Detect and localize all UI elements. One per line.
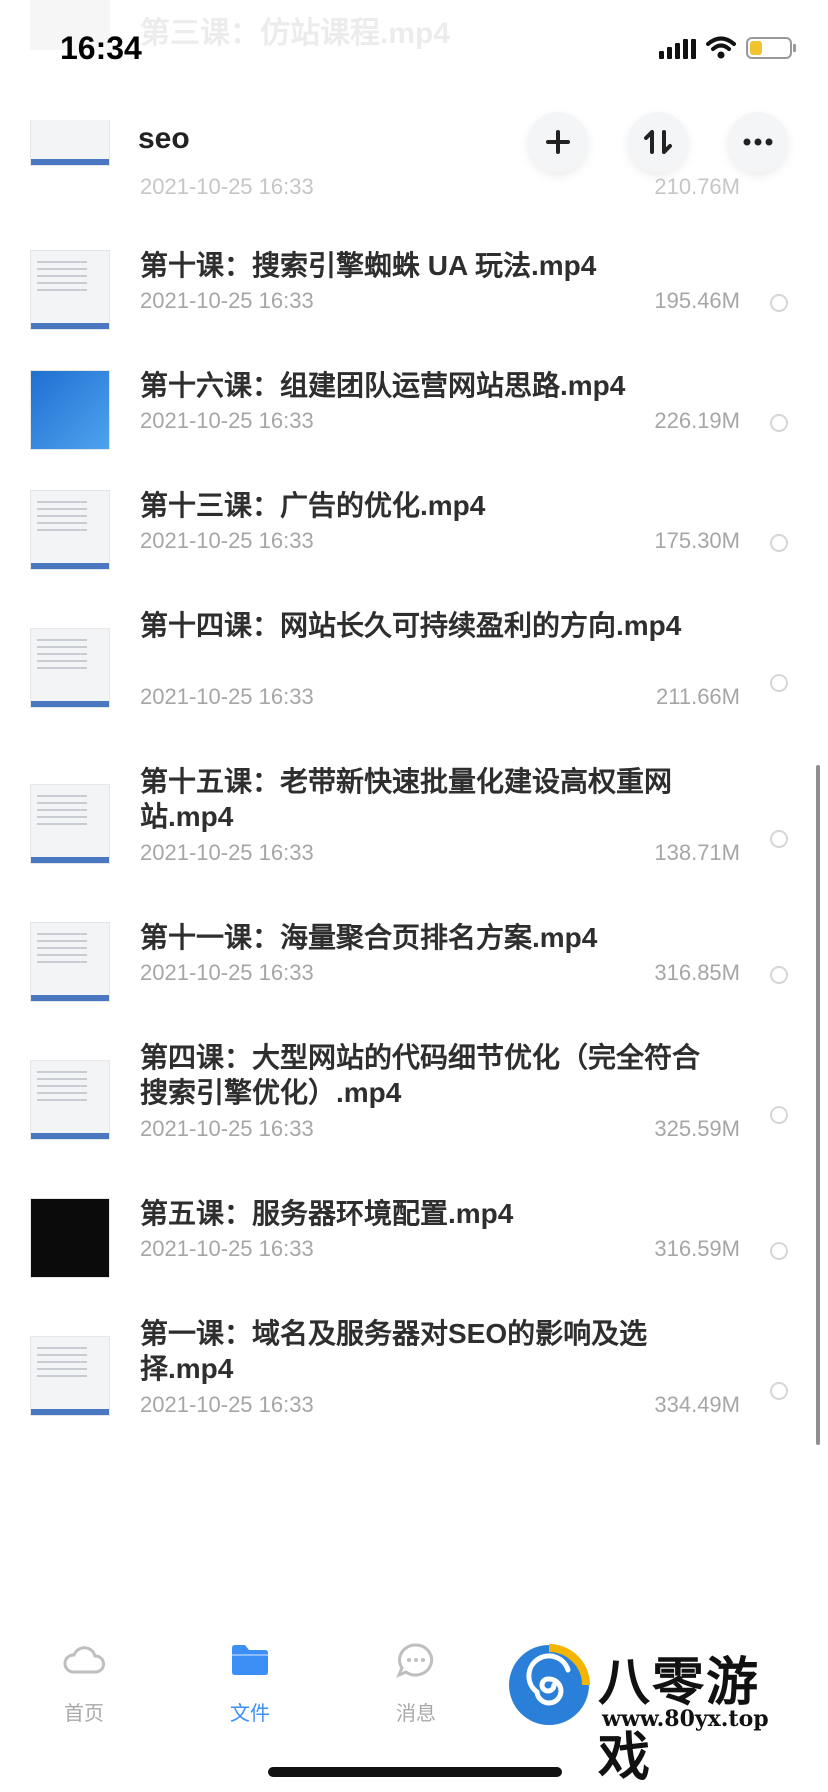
file-size: 175.30M: [654, 528, 740, 553]
home-indicator: [268, 1767, 562, 1777]
status-time: 16:34: [60, 30, 142, 66]
chat-icon: [396, 1643, 434, 1678]
file-thumbnail: [30, 628, 110, 708]
select-radio[interactable]: [770, 966, 788, 984]
swirl-logo-icon: [509, 1644, 590, 1725]
file-thumbnail: [30, 250, 110, 330]
status-bar: 16:34: [0, 0, 828, 96]
signal-icon: [659, 37, 696, 59]
select-radio[interactable]: [770, 674, 788, 692]
file-thumbnail: [30, 490, 110, 570]
file-date: 2021-10-25 16:33: [140, 840, 314, 865]
file-size: 210.76M: [654, 174, 740, 199]
plus-icon: [546, 130, 570, 154]
file-size: 211.66M: [656, 684, 740, 709]
file-name: 第十一课：海量聚合页排名方案.mp4: [140, 922, 598, 953]
select-radio[interactable]: [770, 414, 788, 432]
select-radio[interactable]: [770, 534, 788, 552]
file-size: 316.85M: [654, 960, 740, 985]
file-name: 第一课：域名及服务器对SEO的影响及选择.mp4: [140, 1318, 648, 1384]
page-title: seo: [138, 122, 190, 155]
more-icon: [743, 138, 773, 146]
file-thumbnail: [30, 784, 110, 864]
file-date: 2021-10-25 16:33: [140, 1392, 314, 1417]
file-date: 2021-10-25 16:33: [140, 174, 314, 199]
file-thumbnail: [30, 1198, 110, 1278]
sort-icon: [644, 130, 672, 154]
file-size: 334.49M: [654, 1392, 740, 1417]
file-name: 第十三课：广告的优化.mp4: [140, 490, 486, 521]
file-date: 2021-10-25 16:33: [140, 960, 314, 985]
file-name: 第四课：大型网站的代码细节优化（完全符合搜索引擎优化）.mp4: [140, 1042, 701, 1108]
file-thumbnail: [30, 370, 110, 450]
scrollbar[interactable]: [816, 765, 820, 1445]
file-size: 316.59M: [654, 1236, 740, 1261]
status-icons: [659, 36, 796, 60]
select-radio[interactable]: [770, 1242, 788, 1260]
file-size: 195.46M: [654, 288, 740, 313]
select-radio[interactable]: [770, 294, 788, 312]
file-size: 138.71M: [654, 840, 740, 865]
file-date: 2021-10-25 16:33: [140, 288, 314, 313]
file-date: 2021-10-25 16:33: [140, 408, 314, 433]
folder-icon: [232, 1645, 268, 1675]
select-radio[interactable]: [770, 1382, 788, 1400]
file-date: 2021-10-25 16:33: [140, 684, 314, 709]
tab-label: 消息: [396, 1703, 436, 1725]
tab-home[interactable]: 首页: [24, 1642, 144, 1726]
tab-messages[interactable]: 消息: [356, 1642, 476, 1726]
watermark-url: www.80yx.top: [602, 1706, 769, 1732]
file-name: 第五课：服务器环境配置.mp4: [140, 1198, 514, 1229]
file-size: 226.19M: [654, 408, 740, 433]
select-radio[interactable]: [770, 830, 788, 848]
file-name: 第十四课：网站长久可持续盈利的方向.mp4: [140, 610, 682, 641]
list-item-partial[interactable]: 2021-10-25 16:33 210.76M: [0, 120, 828, 200]
battery-icon: [746, 37, 796, 59]
file-date: 2021-10-25 16:33: [140, 1236, 314, 1261]
tab-label: 文件: [230, 1703, 270, 1725]
file-thumbnail: [30, 120, 110, 166]
file-thumbnail: [30, 1336, 110, 1416]
file-date: 2021-10-25 16:33: [140, 1116, 314, 1141]
cloud-icon: [63, 1646, 105, 1674]
file-name: 第十课：搜索引擎蜘蛛 UA 玩法.mp4: [140, 250, 597, 281]
file-thumbnail: [30, 1060, 110, 1140]
select-radio[interactable]: [770, 1106, 788, 1124]
file-date: 2021-10-25 16:33: [140, 528, 314, 553]
file-name: 第十五课：老带新快速批量化建设高权重网站.mp4: [140, 766, 673, 832]
tab-files[interactable]: 文件: [190, 1642, 310, 1726]
file-name: 第十六课：组建团队运营网站思路.mp4: [140, 370, 626, 401]
wifi-icon: [706, 36, 736, 59]
file-size: 325.59M: [654, 1116, 740, 1141]
watermark: 八零游戏 www.80yx.top: [506, 1640, 806, 1787]
tab-label: 首页: [64, 1703, 104, 1725]
file-thumbnail: [30, 922, 110, 1002]
